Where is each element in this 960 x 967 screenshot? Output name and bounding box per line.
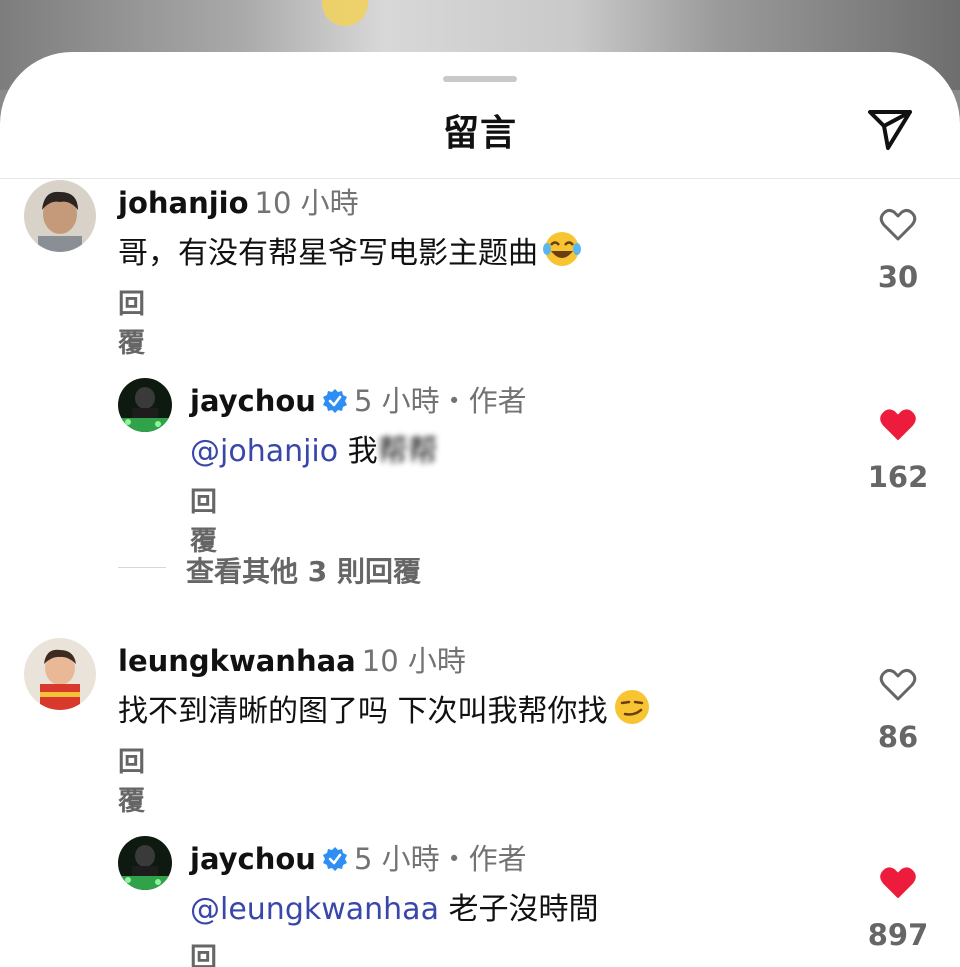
comment-username[interactable]: jaychou <box>190 384 316 418</box>
like-count: 897 <box>867 918 929 952</box>
comment-username[interactable]: jaychou <box>190 842 316 876</box>
comment-username[interactable]: leungkwanhaa <box>118 644 356 678</box>
sheet-grabber[interactable] <box>443 76 517 82</box>
avatar[interactable] <box>118 836 172 890</box>
comment-time: 10 小時 <box>361 644 466 678</box>
reply-button[interactable]: 回覆 <box>118 740 145 818</box>
like-count: 162 <box>867 460 929 494</box>
reply-button[interactable]: 回覆 <box>190 936 217 967</box>
comment-time: 5 小時・作者 <box>353 384 527 418</box>
heart-outline-icon[interactable] <box>879 208 917 242</box>
reply-button[interactable]: 回覆 <box>118 282 145 360</box>
blurred-text: 帮帮 <box>377 434 438 469</box>
comment-text: 哥，有没有帮星爷写电影主题曲 <box>118 236 538 271</box>
verified-badge-icon <box>322 389 347 413</box>
laughing-tears-emoji-icon <box>543 232 581 266</box>
verified-badge-icon <box>322 847 347 871</box>
comment-time: 10 小時 <box>254 186 359 220</box>
reply-button[interactable]: 回覆 <box>190 480 217 558</box>
like-count: 30 <box>877 260 919 294</box>
like-count: 86 <box>877 720 919 754</box>
share-send-icon[interactable] <box>866 108 914 152</box>
header-divider <box>0 178 960 179</box>
sheet-title: 留言 <box>442 113 517 154</box>
view-more-divider <box>118 567 166 568</box>
comments-sheet: 留言 johanjio 10 小時 哥，有没有帮星爷写电影主题曲 回覆 30 j… <box>0 52 960 967</box>
heart-filled-icon[interactable] <box>879 866 917 900</box>
user-mention[interactable]: @leungkwanhaa <box>190 892 439 927</box>
heart-outline-icon[interactable] <box>879 668 917 702</box>
view-more-replies-button[interactable]: 查看其他 3 則回覆 <box>186 550 421 590</box>
heart-filled-icon[interactable] <box>879 408 917 442</box>
comment-time: 5 小時・作者 <box>353 842 527 876</box>
avatar[interactable] <box>118 378 172 432</box>
comment-text: 找不到清晰的图了吗 下次叫我帮你找 <box>118 694 608 729</box>
avatar[interactable] <box>24 638 96 710</box>
comment-text: 老子沒時間 <box>448 892 599 927</box>
smirk-emoji-icon <box>614 690 649 724</box>
comment-text: 我 <box>347 434 378 469</box>
avatar[interactable] <box>24 180 96 252</box>
comment-username[interactable]: johanjio <box>118 186 249 220</box>
user-mention[interactable]: @johanjio <box>190 434 338 469</box>
